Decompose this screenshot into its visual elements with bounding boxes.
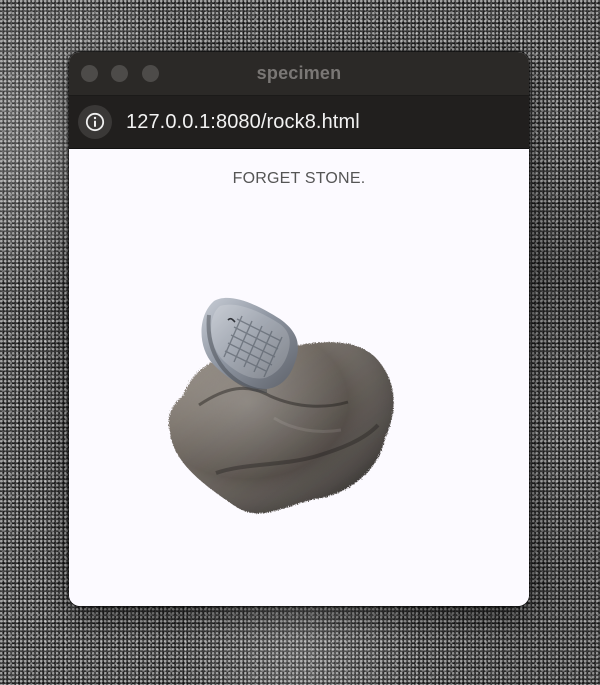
window-title: specimen — [256, 63, 342, 83]
info-icon[interactable] — [78, 105, 112, 139]
window-titlebar[interactable]: specimen — [69, 52, 529, 96]
page-caption: FORGET STONE. — [232, 170, 366, 187]
address-bar[interactable]: 127.0.0.1:8080/rock8.html — [69, 96, 529, 149]
stone-specimen-image — [168, 297, 394, 514]
browser-window: specimen 127.0.0.1:8080/rock8.html FORGE… — [69, 52, 529, 606]
url-text[interactable]: 127.0.0.1:8080/rock8.html — [126, 111, 360, 134]
page-content: FORGET STONE. — [69, 149, 529, 606]
